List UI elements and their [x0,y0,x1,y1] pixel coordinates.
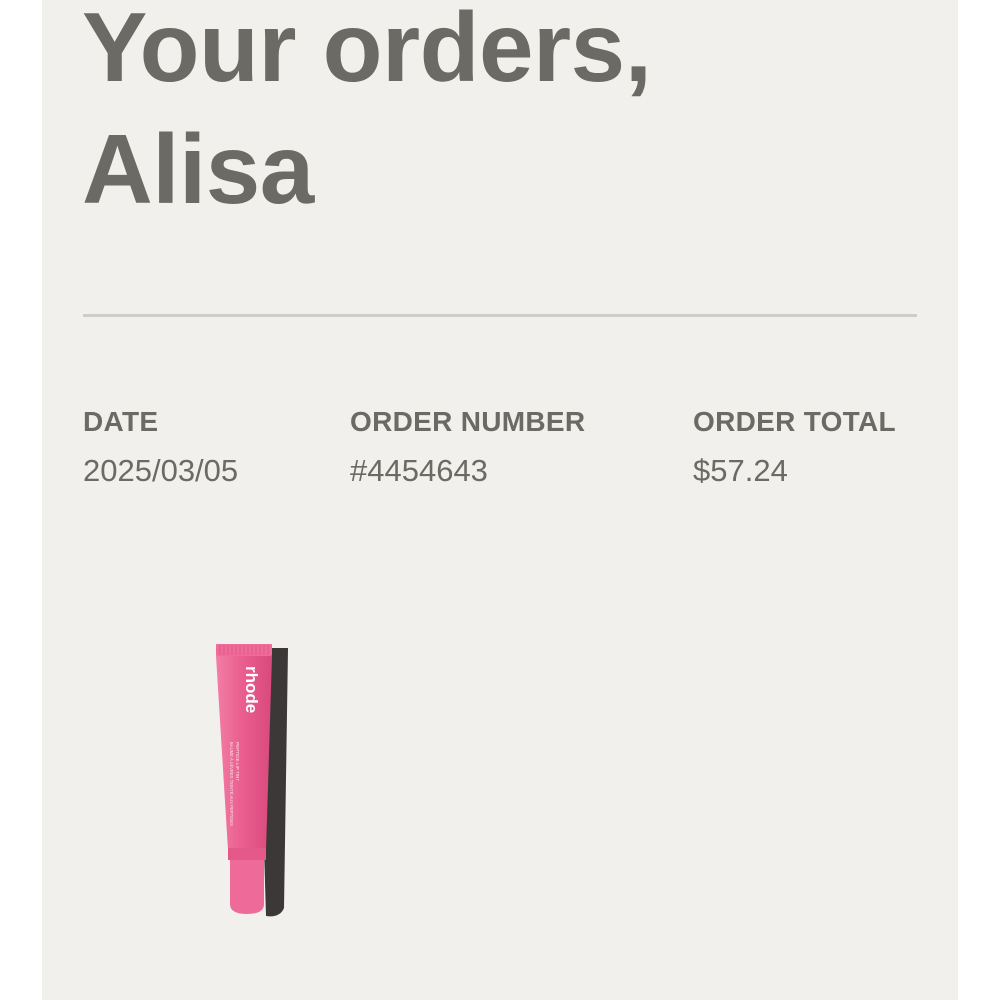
page-title-line-2: Alisa [82,114,314,224]
product-image-lip-tint[interactable]: rhode PEPTIDE LIP TINT BAUME À LÈVRES TE… [214,642,294,922]
order-date-value: 2025/03/05 [83,453,239,488]
order-total-value: $57.24 [693,453,788,488]
tube-neck [228,848,266,860]
order-number-label: ORDER NUMBER [350,406,586,437]
order-total: ORDER TOTAL $57.24 [693,402,896,500]
order-number-value[interactable]: #4454643 [350,442,585,500]
product-name-line-2: BAUME À LÈVRES TEINTÉ AUX PEPTIDES [229,742,234,826]
orders-panel: Your orders, Alisa DATE 2025/03/05 ORDER… [42,0,958,1000]
order-total-label: ORDER TOTAL [693,406,896,437]
order-date: DATE 2025/03/05 [83,402,238,500]
tube-cap [230,860,264,914]
divider [83,314,917,317]
page-title-line-1: Your orders, [82,0,652,102]
order-number[interactable]: ORDER NUMBER #4454643 [350,402,585,500]
product-name-line-1: PEPTIDE LIP TINT [235,742,240,781]
page-title: Your orders, Alisa [82,0,652,230]
product-brand: rhode [242,666,261,713]
order-date-label: DATE [83,406,159,437]
